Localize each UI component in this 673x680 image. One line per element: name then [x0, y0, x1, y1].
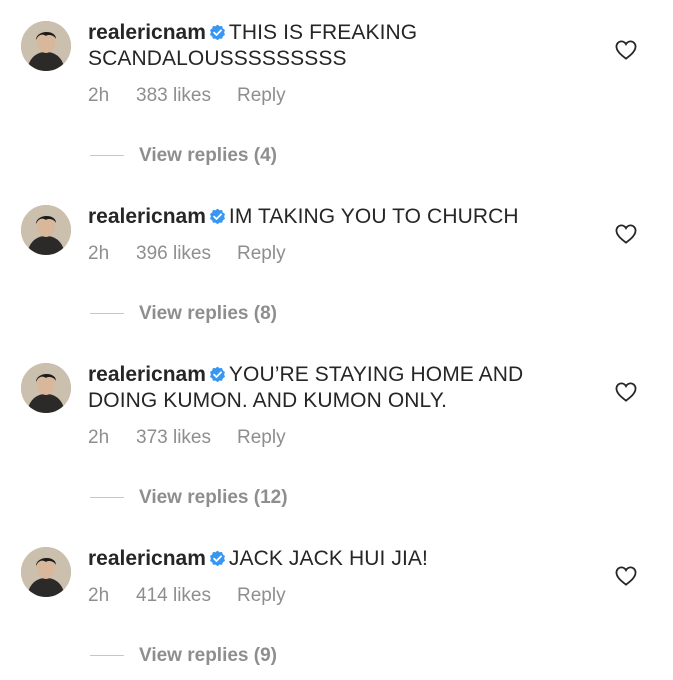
heart-outline-icon[interactable]	[615, 224, 637, 244]
like-count[interactable]: 383 likes	[136, 84, 211, 108]
comment-meta: 2h 373 likes Reply	[88, 426, 588, 450]
avatar[interactable]	[21, 547, 71, 597]
avatar[interactable]	[21, 363, 71, 413]
heart-outline-icon[interactable]	[615, 382, 637, 402]
username[interactable]: realericnam	[88, 21, 206, 44]
comment-time: 2h	[88, 243, 110, 264]
view-replies-label: View replies (4)	[139, 145, 277, 166]
comment-meta: 2h 396 likes Reply	[88, 242, 588, 266]
verified-badge-icon	[209, 208, 225, 225]
reply-button[interactable]: Reply	[237, 242, 286, 266]
comment-time: 2h	[88, 585, 110, 606]
comment-meta: 2h 414 likes Reply	[88, 584, 588, 608]
username[interactable]: realericnam	[88, 547, 206, 570]
like-count[interactable]: 396 likes	[136, 242, 211, 266]
username[interactable]: realericnam	[88, 363, 206, 386]
comment-text: JACK JACK HUI JIA!	[228, 547, 428, 570]
comments-list: realericnam THIS IS FREAKING SCANDALOUSSS…	[0, 0, 673, 680]
avatar[interactable]	[21, 21, 71, 71]
like-count[interactable]: 414 likes	[136, 584, 211, 608]
view-replies-button[interactable]: View replies (12)	[90, 486, 288, 510]
view-replies-label: View replies (8)	[139, 303, 277, 324]
divider	[90, 497, 124, 499]
comment-time: 2h	[88, 85, 110, 106]
divider	[90, 313, 124, 315]
verified-badge-icon	[209, 550, 225, 567]
view-replies-button[interactable]: View replies (9)	[90, 644, 277, 668]
verified-badge-icon	[209, 366, 225, 383]
view-replies-button[interactable]: View replies (4)	[90, 144, 277, 168]
divider	[90, 155, 124, 157]
reply-button[interactable]: Reply	[237, 84, 286, 108]
reply-button[interactable]: Reply	[237, 584, 286, 608]
view-replies-label: View replies (9)	[139, 645, 277, 666]
reply-button[interactable]: Reply	[237, 426, 286, 450]
view-replies-button[interactable]: View replies (8)	[90, 302, 277, 326]
username[interactable]: realericnam	[88, 205, 206, 228]
view-replies-label: View replies (12)	[139, 487, 288, 508]
comment-text: IM TAKING YOU TO CHURCH	[228, 205, 519, 228]
comment-time: 2h	[88, 427, 110, 448]
like-count[interactable]: 373 likes	[136, 426, 211, 450]
divider	[90, 655, 124, 657]
heart-outline-icon[interactable]	[615, 566, 637, 586]
avatar[interactable]	[21, 205, 71, 255]
comment-meta: 2h 383 likes Reply	[88, 84, 588, 108]
heart-outline-icon[interactable]	[615, 40, 637, 60]
verified-badge-icon	[209, 24, 225, 41]
